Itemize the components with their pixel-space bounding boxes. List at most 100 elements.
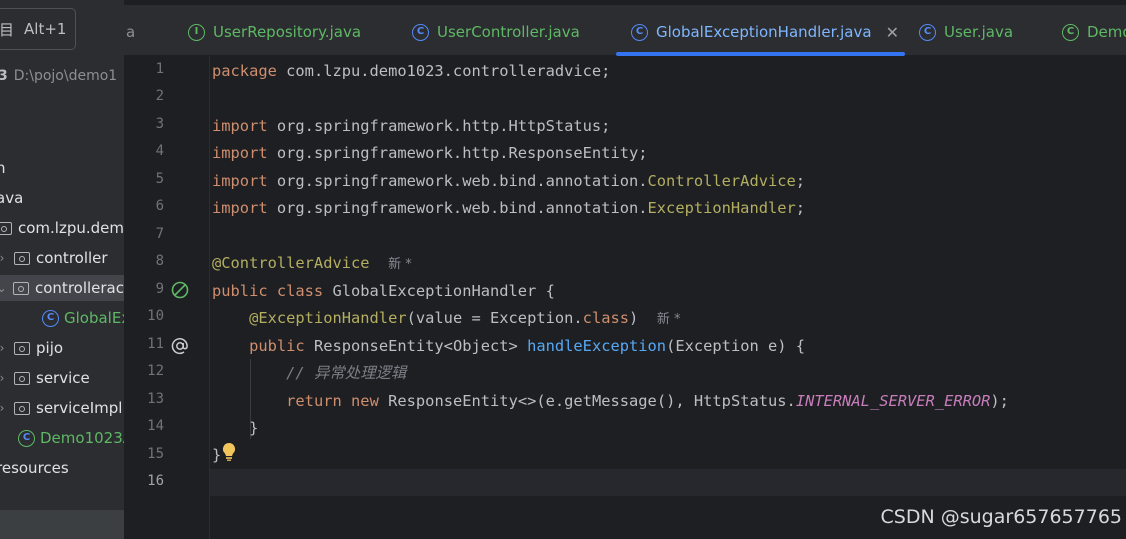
keyword: class — [582, 309, 630, 327]
spring-app-icon: C — [1062, 23, 1079, 41]
package-folder-icon — [0, 221, 12, 235]
code-text: } — [249, 419, 259, 437]
line-number[interactable]: 2 — [124, 88, 164, 104]
constant: INTERNAL_SERVER_ERROR — [795, 392, 991, 410]
tab-usercontroller[interactable]: C UserController.java — [412, 18, 580, 46]
code-line-14: } — [212, 415, 258, 442]
line-number-current[interactable]: 16 — [124, 473, 164, 489]
code-line-8: @ControllerAdvice 新 * — [212, 250, 412, 277]
tree-item-controller[interactable]: › controller — [0, 245, 108, 271]
code-text: org.springframework.web.bind.annotation. — [267, 172, 648, 190]
annotation-class: ControllerAdvice — [647, 172, 796, 190]
panel-bottom-strip — [0, 510, 124, 539]
line-number[interactable]: 6 — [124, 198, 164, 214]
code-text: GlobalExceptionHandler { — [323, 282, 555, 300]
code-text: } — [212, 446, 222, 464]
code-text: org.springframework.http.HttpStatus; — [267, 117, 611, 135]
close-icon[interactable]: ✕ — [886, 23, 899, 42]
project-tool-window-tooltip: 目 Alt+1 — [0, 8, 76, 50]
keyword: public class — [212, 282, 324, 300]
tab-truncated[interactable]: a — [126, 18, 135, 46]
keyword: import — [212, 117, 268, 135]
package-folder-icon — [14, 371, 30, 385]
package-folder-icon — [14, 251, 30, 265]
code-line-9: public class GlobalExceptionHandler { — [212, 278, 555, 305]
line-number[interactable]: 7 — [124, 226, 164, 242]
annotation-class: ExceptionHandler — [647, 199, 796, 217]
line-number[interactable]: 12 — [124, 363, 164, 379]
code-text: ) — [629, 309, 639, 327]
tree-item-label: pijo — [36, 339, 64, 357]
project-root-number: 3 — [0, 68, 8, 84]
code-line-5: import org.springframework.web.bind.anno… — [212, 168, 805, 195]
tab-label: a — [126, 23, 136, 41]
code-text: ; — [795, 172, 806, 190]
tab-label: Demo — [1087, 23, 1126, 41]
keyword: return — [286, 392, 342, 410]
project-icon: 目 — [0, 20, 15, 39]
line-number[interactable]: 11 — [124, 336, 164, 352]
tree-item-demo-application[interactable]: C Demo1023A — [18, 425, 124, 451]
method-name: handleException — [527, 337, 667, 355]
tree-item-java[interactable]: ava — [0, 185, 23, 211]
tree-item-label: controllerac — [35, 279, 124, 297]
project-root[interactable]: 3 D:\pojo\demo1 — [0, 68, 117, 84]
code-line-1: package com.lzpu.demo1023.controlleradvi… — [212, 58, 610, 85]
chevron-right-icon[interactable]: › — [0, 395, 8, 421]
tree-item-label: ava — [0, 189, 24, 207]
chevron-down-icon[interactable]: ⌄ — [0, 275, 7, 301]
lightbulb-icon[interactable] — [221, 442, 237, 462]
code-line-3: import org.springframework.http.HttpStat… — [212, 113, 610, 140]
tab-label: UserRepository.java — [213, 23, 362, 41]
project-panel: 目 Alt+1 3 D:\pojo\demo1 n ava com.lzpu.de… — [0, 0, 124, 539]
inlay-hint[interactable]: 新 * — [388, 257, 412, 272]
editor-gutter: 1 2 3 4 5 6 7 8 9 10 11 12 13 14 15 16 — [124, 56, 210, 539]
line-number[interactable]: 13 — [124, 391, 164, 407]
bean-gutter-icon[interactable] — [171, 281, 189, 299]
line-number[interactable]: 5 — [124, 171, 164, 187]
tab-user[interactable]: C User.java — [919, 18, 1013, 46]
tree-item-package-root[interactable]: com.lzpu.demo — [0, 215, 124, 241]
tree-item-controlleradvice[interactable]: ⌄ controllerac — [0, 275, 124, 301]
keyword: import — [212, 144, 268, 162]
line-number[interactable]: 10 — [124, 308, 164, 324]
code-text: ); — [990, 392, 1009, 410]
tree-item-pijo[interactable]: › pijo — [0, 335, 63, 361]
chevron-right-icon[interactable]: › — [0, 365, 8, 391]
tree-item-serviceimpl[interactable]: › serviceImpl — [0, 395, 122, 421]
code-text: ; — [795, 199, 806, 217]
tree-item-main[interactable]: n — [0, 155, 6, 181]
package-folder-icon — [14, 401, 30, 415]
code-text: org.springframework.web.bind.annotation. — [267, 199, 648, 217]
comment: // 异常处理逻辑 — [286, 364, 407, 382]
line-number[interactable]: 14 — [124, 418, 164, 434]
code-line-10: @ExceptionHandler(value = Exception.clas… — [212, 305, 680, 332]
tree-item-label: com.lzpu.demo — [18, 219, 124, 237]
line-number[interactable]: 1 — [124, 61, 164, 77]
tree-item-label: Demo1023A — [40, 429, 124, 447]
tree-item-globalexceptionhandler[interactable]: C GlobalEx — [42, 305, 124, 331]
tree-item-label: GlobalEx — [64, 309, 124, 327]
line-number[interactable]: 4 — [124, 143, 164, 159]
code-line-13: return new ResponseEntity<>(e.getMessage… — [212, 388, 1009, 415]
inlay-hint[interactable]: 新 * — [657, 312, 681, 327]
keyword: import — [212, 199, 268, 217]
code-text: (Exception e) { — [666, 337, 806, 355]
line-number[interactable]: 15 — [124, 446, 164, 462]
tab-label: User.java — [944, 23, 1014, 41]
tab-userrepository[interactable]: I UserRepository.java — [188, 18, 361, 46]
project-root-path: D:\pojo\demo1 — [13, 68, 118, 84]
code-line-6: import org.springframework.web.bind.anno… — [212, 195, 805, 222]
line-number[interactable]: 3 — [124, 116, 164, 132]
tab-label: UserController.java — [437, 23, 580, 41]
annotation: @ExceptionHandler — [249, 309, 407, 327]
chevron-right-icon[interactable]: › — [0, 335, 8, 361]
chevron-right-icon[interactable]: › — [0, 245, 8, 271]
request-mapping-gutter-icon[interactable] — [171, 337, 189, 355]
tab-globalexceptionhandler[interactable]: C GlobalExceptionHandler.java ✕ — [631, 18, 899, 46]
tab-demo[interactable]: C Demo — [1062, 18, 1126, 46]
tree-item-service[interactable]: › service — [0, 365, 90, 391]
tree-item-resources[interactable]: resources — [0, 455, 69, 481]
line-number[interactable]: 8 — [124, 253, 164, 269]
line-number[interactable]: 9 — [124, 281, 164, 297]
